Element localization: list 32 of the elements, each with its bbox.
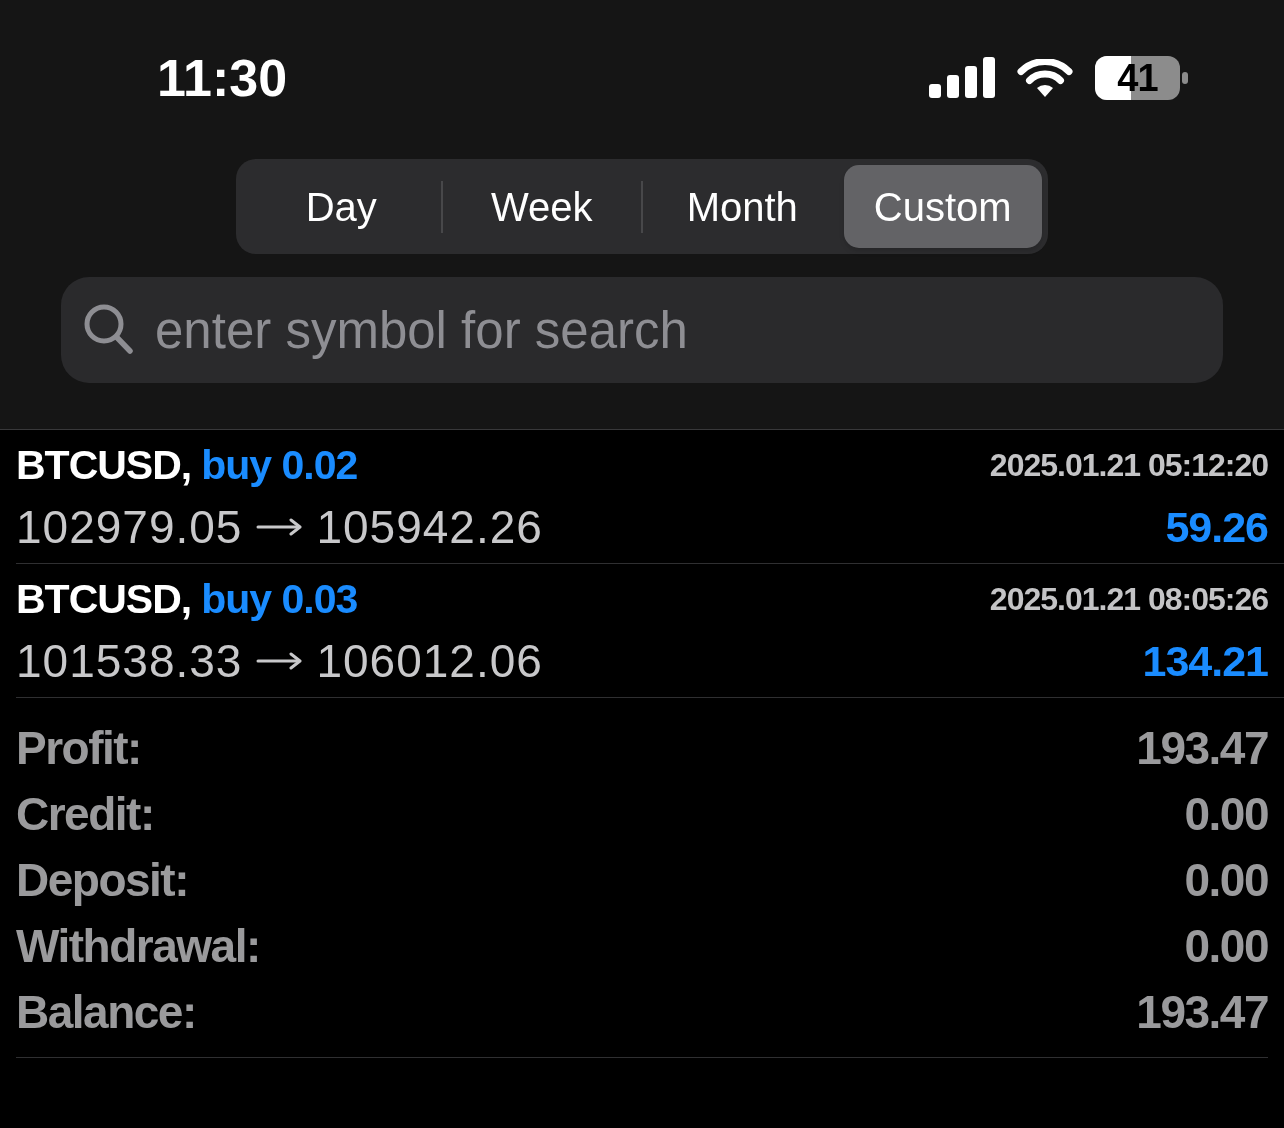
summary-value: 0.00 — [1184, 923, 1268, 969]
period-tab[interactable]: Week — [442, 165, 641, 248]
summary-label: Balance: — [16, 989, 196, 1035]
open-price: 102979.05 — [16, 504, 243, 550]
summary-value: 0.00 — [1184, 857, 1268, 903]
trade-profit: 59.26 — [1165, 505, 1268, 549]
trade-time: 2025.01.21 08:05:26 — [989, 583, 1268, 615]
close-price: 105942.26 — [316, 504, 543, 550]
trade-time: 2025.01.21 05:12:20 — [989, 449, 1268, 481]
arrow-icon — [256, 652, 303, 670]
wifi-icon — [1017, 58, 1073, 97]
summary-value: 193.47 — [1136, 725, 1268, 771]
status-time: 11:30 — [157, 51, 288, 104]
period-tab[interactable]: Day — [242, 165, 441, 248]
summary-value: 0.00 — [1184, 791, 1268, 837]
trade-profit: 134.21 — [1142, 639, 1268, 683]
search-icon — [84, 304, 134, 356]
trade-volume: buy 0.03 — [201, 578, 358, 620]
trade-volume: buy 0.02 — [201, 444, 358, 486]
period-tab[interactable]: Month — [643, 165, 842, 248]
summary-label: Profit: — [16, 725, 141, 771]
summary-value: 193.47 — [1136, 989, 1268, 1035]
open-price: 101538.33 — [16, 638, 243, 684]
summary-label: Withdrawal: — [16, 923, 260, 969]
period-tab[interactable]: Custom — [843, 165, 1042, 248]
signal-icon — [929, 57, 995, 98]
close-price: 106012.06 — [316, 638, 543, 684]
trade-symbol: BTCUSD, — [16, 578, 192, 620]
arrow-icon — [256, 518, 303, 536]
summary-label: Credit: — [16, 791, 154, 837]
trade-symbol: BTCUSD, — [16, 444, 192, 486]
search-field[interactable]: enter symbol for search — [61, 277, 1223, 383]
